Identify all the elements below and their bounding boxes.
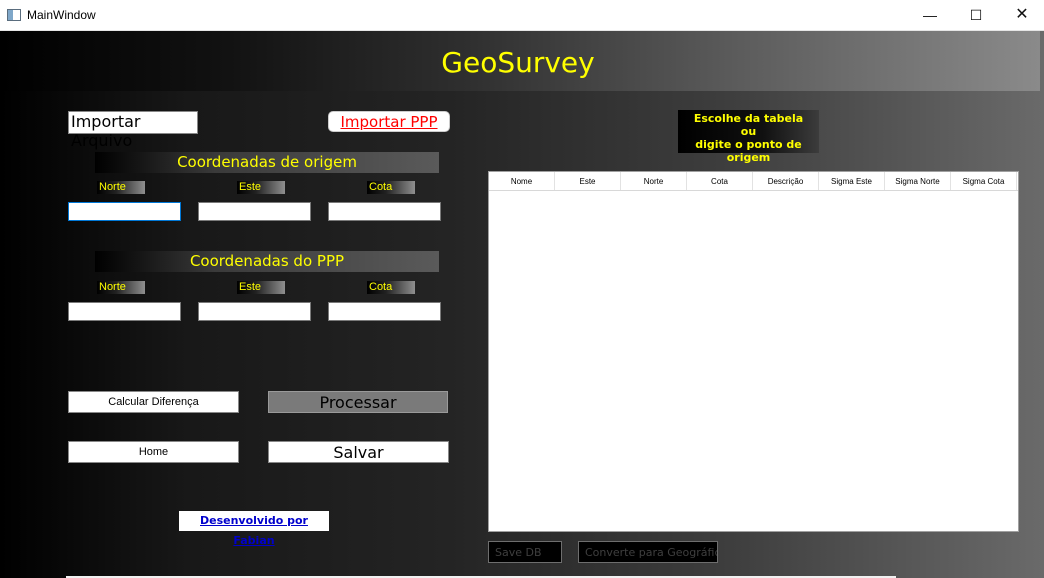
ppp-norte-input[interactable] xyxy=(68,302,181,321)
origin-cota-input[interactable] xyxy=(328,202,441,221)
hint-line-2: ou xyxy=(740,125,757,138)
points-table[interactable]: Nome Este Norte Cota Descrição Sigma Est… xyxy=(488,171,1019,532)
origin-norte-label: Norte xyxy=(97,181,145,194)
title-bar: MainWindow — ☐ ✕ xyxy=(0,0,1044,31)
column-header-este[interactable]: Este xyxy=(555,172,621,190)
main-window-client: GeoSurvey Importar Arquivo Importar PPP … xyxy=(0,31,1044,578)
hint-line-3: digite o ponto de origem xyxy=(695,138,802,164)
close-button[interactable]: ✕ xyxy=(999,0,1044,31)
convert-geographic-button[interactable]: Converte para Geográfico xyxy=(578,541,718,563)
column-header-sigma-este[interactable]: Sigma Este xyxy=(819,172,885,190)
home-button[interactable]: Home xyxy=(68,441,239,463)
ppp-este-input[interactable] xyxy=(198,302,311,321)
origin-norte-input[interactable] xyxy=(68,202,181,221)
ppp-cota-input[interactable] xyxy=(328,302,441,321)
save-button[interactable]: Salvar xyxy=(268,441,449,463)
column-header-descricao[interactable]: Descrição xyxy=(753,172,819,190)
import-file-button[interactable]: Importar Arquivo xyxy=(68,111,198,150)
column-header-nome[interactable]: Nome xyxy=(489,172,555,190)
ppp-este-label: Este xyxy=(237,281,285,294)
table-header: Nome Este Norte Cota Descrição Sigma Est… xyxy=(489,172,1018,191)
origin-hint-label: Escolhe da tabela ou digite o ponto de o… xyxy=(678,110,819,164)
origin-cota-label: Cota xyxy=(367,181,415,194)
save-db-button[interactable]: Save DB xyxy=(488,541,562,563)
app-title: GeoSurvey xyxy=(441,46,595,79)
ppp-norte-label: Norte xyxy=(97,281,145,294)
column-header-sigma-cota[interactable]: Sigma Cota xyxy=(951,172,1017,190)
developer-credit-link[interactable]: Desenvolvido por Fabian xyxy=(179,511,329,547)
app-window-icon xyxy=(7,9,21,21)
ppp-cota-label: Cota xyxy=(367,281,415,294)
column-header-cota[interactable]: Cota xyxy=(687,172,753,190)
hint-line-1: Escolhe da tabela xyxy=(693,112,804,125)
origin-este-label: Este xyxy=(237,181,285,194)
maximize-button[interactable]: ☐ xyxy=(953,0,999,31)
column-header-norte[interactable]: Norte xyxy=(621,172,687,190)
header-banner: GeoSurvey xyxy=(0,31,1040,91)
window-title: MainWindow xyxy=(27,8,96,22)
process-button[interactable]: Processar xyxy=(268,391,448,413)
calculate-difference-button[interactable]: Calcular Diferença xyxy=(68,391,239,413)
origin-coordinates-heading: Coordenadas de origem xyxy=(95,152,439,173)
minimize-button[interactable]: — xyxy=(907,0,953,31)
origin-este-input[interactable] xyxy=(198,202,311,221)
ppp-coordinates-heading: Coordenadas do PPP xyxy=(95,251,439,272)
import-ppp-button[interactable]: Importar PPP xyxy=(328,111,450,132)
column-header-sigma-norte[interactable]: Sigma Norte xyxy=(885,172,951,190)
